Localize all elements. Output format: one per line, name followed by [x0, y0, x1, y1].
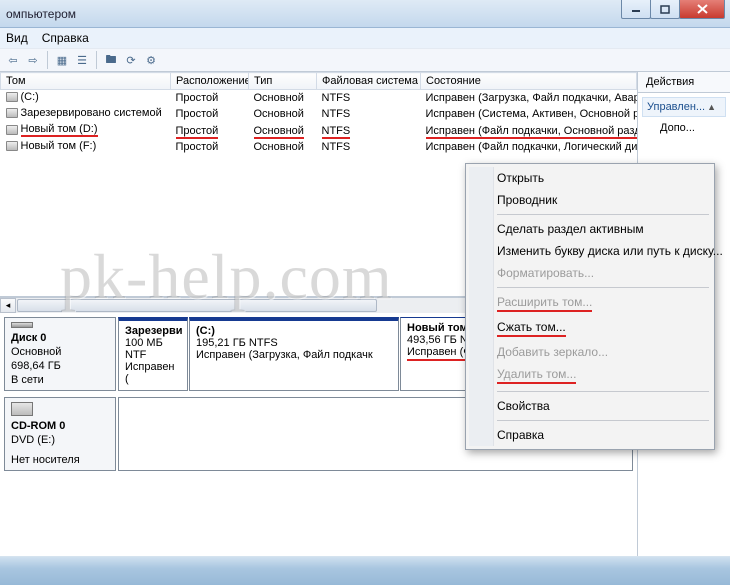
drive-icon	[6, 125, 18, 135]
close-button[interactable]	[679, 0, 725, 19]
menu-bar: Вид Справка	[0, 28, 730, 48]
drive-icon	[6, 141, 18, 151]
disk-type: Основной	[11, 346, 109, 358]
volume-list-header: Том Расположение Тип Файловая система Со…	[1, 73, 637, 90]
ctx-separator	[497, 391, 709, 392]
cdrom-icon	[11, 402, 33, 416]
table-row[interactable]: Новый том (F:) Простой Основной NTFS Исп…	[1, 139, 637, 155]
ctx-separator	[497, 420, 709, 421]
ctx-add-mirror: Добавить зеркало...	[469, 341, 711, 363]
actions-header: Действия	[638, 72, 730, 93]
cdrom-state: Нет носителя	[11, 454, 109, 466]
nav-forward-icon[interactable]: ⇨	[24, 51, 42, 69]
toolbar-separator	[96, 51, 97, 69]
actions-more-link[interactable]: Допо...	[646, 119, 722, 137]
ctx-change-letter[interactable]: Изменить букву диска или путь к диску...	[469, 240, 711, 262]
drive-icon	[6, 108, 18, 118]
disk-info[interactable]: Диск 0 Основной 698,64 ГБ В сети	[4, 317, 116, 391]
disk-state: В сети	[11, 374, 109, 386]
scroll-thumb[interactable]	[17, 299, 377, 312]
table-row[interactable]: (C:) Простой Основной NTFS Исправен (Заг…	[1, 90, 637, 107]
col-layout[interactable]: Расположение	[171, 73, 249, 90]
console-tree-icon[interactable]: 🖿	[102, 51, 120, 69]
properties-icon[interactable]: ☰	[73, 51, 91, 69]
col-type[interactable]: Тип	[249, 73, 317, 90]
ctx-separator	[497, 214, 709, 215]
context-menu: Открыть Проводник Сделать раздел активны…	[465, 163, 715, 450]
window-title: омпьютером	[6, 7, 76, 21]
ctx-explorer[interactable]: Проводник	[469, 189, 711, 211]
disk-icon	[11, 322, 33, 328]
minimize-button[interactable]	[621, 0, 651, 19]
cdrom-name: CD-ROM 0	[11, 420, 109, 432]
show-hide-icon[interactable]: ▦	[53, 51, 71, 69]
ctx-open[interactable]: Открыть	[469, 167, 711, 189]
menu-help[interactable]: Справка	[42, 31, 89, 45]
toolbar: ⇦ ⇨ ▦ ☰ 🖿 ⟳ ⚙	[0, 48, 730, 72]
maximize-button[interactable]	[650, 0, 680, 19]
ctx-make-active[interactable]: Сделать раздел активным	[469, 218, 711, 240]
chevron-up-icon: ▲	[707, 102, 716, 112]
drive-icon	[6, 92, 18, 102]
menu-view[interactable]: Вид	[6, 31, 28, 45]
actions-manage-link[interactable]: Управлен... ▲	[642, 97, 726, 117]
settings-icon[interactable]: ⚙	[142, 51, 160, 69]
toolbar-separator	[47, 51, 48, 69]
table-row[interactable]: Зарезервировано системой Простой Основно…	[1, 106, 637, 122]
ctx-format: Форматировать...	[469, 262, 711, 284]
window-titlebar: омпьютером	[0, 0, 730, 28]
partition-c[interactable]: (C:) 195,21 ГБ NTFS Исправен (Загрузка, …	[189, 317, 399, 391]
ctx-extend: Расширить том...	[469, 291, 711, 316]
ctx-shrink[interactable]: Сжать том...	[469, 316, 711, 341]
refresh-icon[interactable]: ⟳	[122, 51, 140, 69]
ctx-help[interactable]: Справка	[469, 424, 711, 446]
table-row[interactable]: Новый том (D:) Простой Основной NTFS Исп…	[1, 122, 637, 139]
ctx-separator	[497, 287, 709, 288]
cdrom-info[interactable]: CD-ROM 0 DVD (E:) Нет носителя	[4, 397, 116, 471]
ctx-properties[interactable]: Свойства	[469, 395, 711, 417]
partition-system-reserved[interactable]: Зарезерви 100 МБ NTF Исправен (	[118, 317, 188, 391]
cdrom-letter: DVD (E:)	[11, 434, 109, 446]
disk-name: Диск 0	[11, 332, 109, 344]
scroll-left-icon[interactable]: ◂	[0, 298, 16, 313]
nav-back-icon[interactable]: ⇦	[4, 51, 22, 69]
ctx-delete: Удалить том...	[469, 363, 711, 388]
col-fs[interactable]: Файловая система	[317, 73, 421, 90]
disk-size: 698,64 ГБ	[11, 360, 109, 372]
taskbar-strip	[0, 556, 730, 585]
col-status[interactable]: Состояние	[421, 73, 637, 90]
col-tom[interactable]: Том	[1, 73, 171, 90]
